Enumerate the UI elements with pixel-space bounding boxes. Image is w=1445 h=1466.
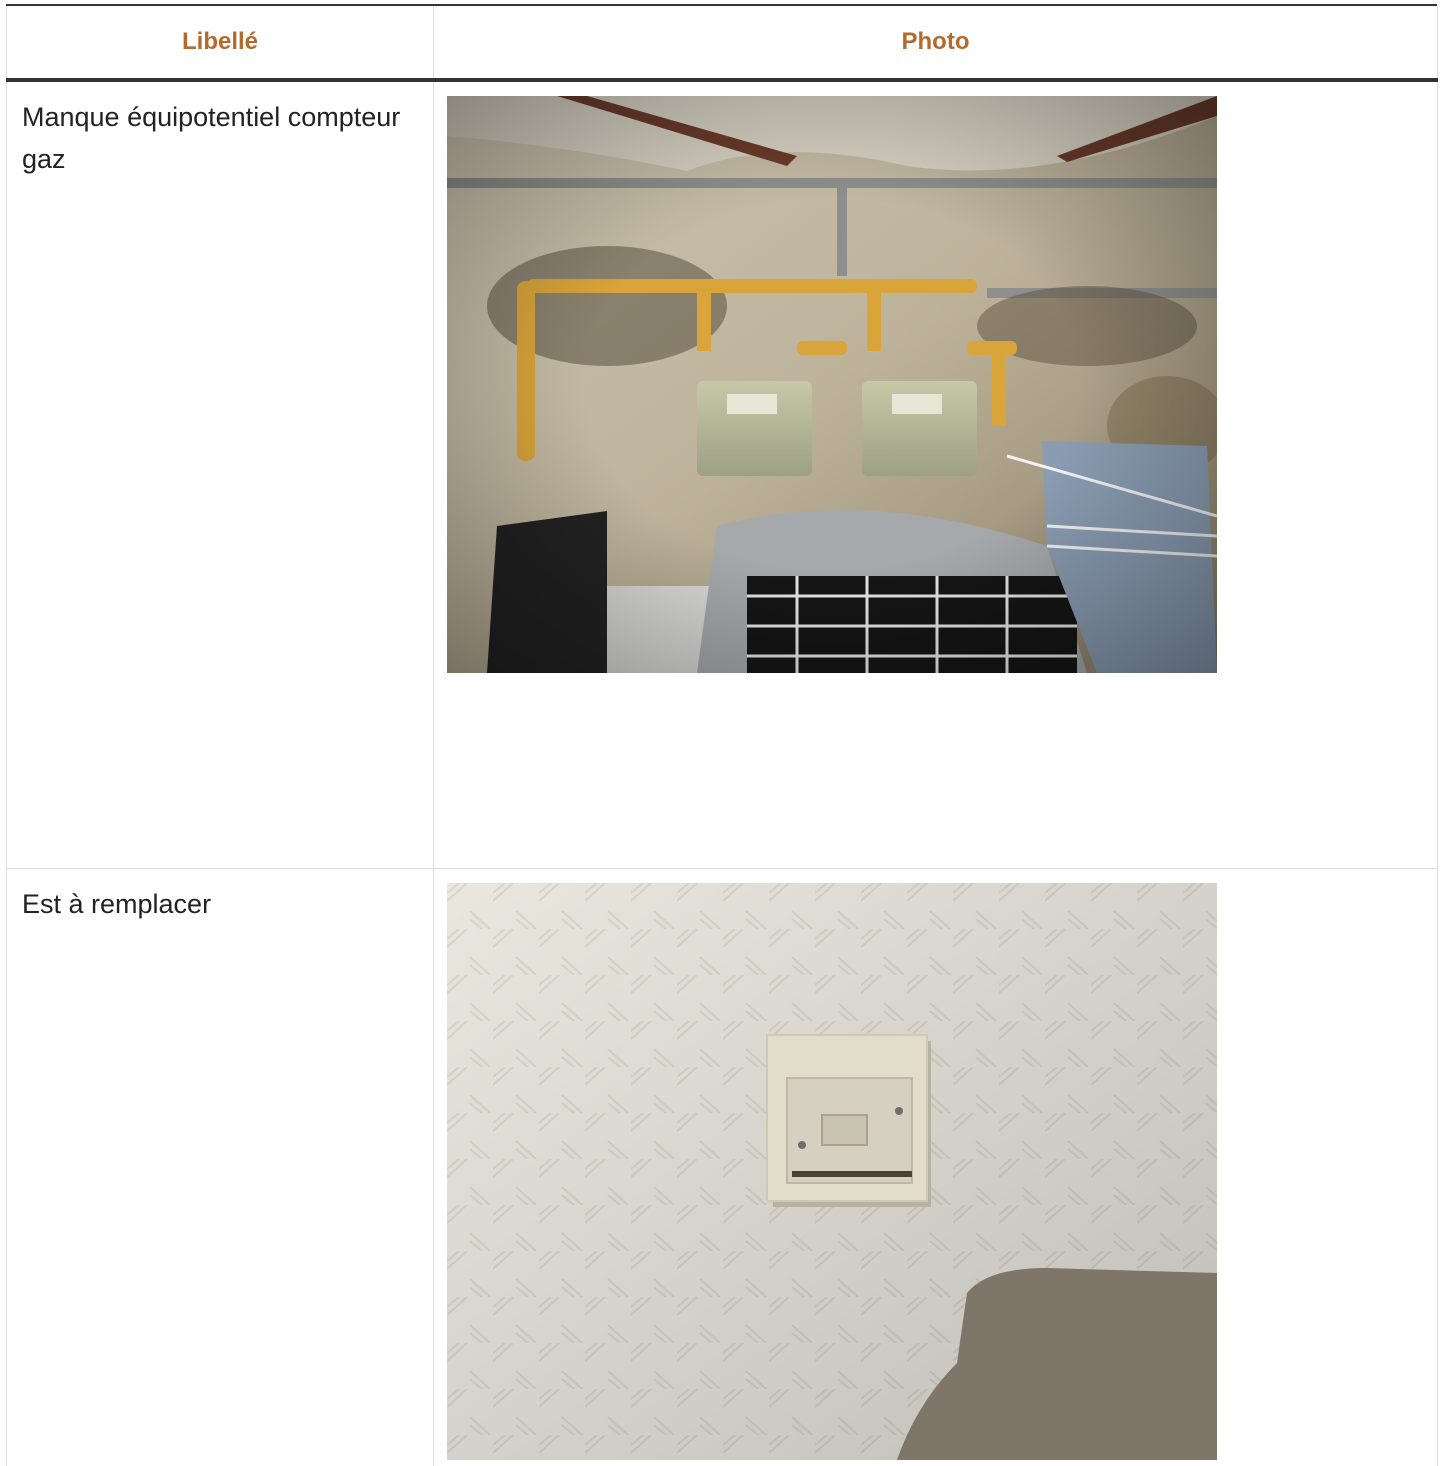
report-table: Libellé Photo Manque équipotentiel compt…: [6, 6, 1438, 1466]
header-libelle: Libellé: [6, 6, 434, 82]
table-row: Est à remplacer: [6, 868, 1438, 1466]
table-header-row: Libellé Photo: [6, 6, 1438, 82]
gas-meters-image: [447, 96, 1217, 673]
table-row: Manque équipotentiel compteur gaz: [6, 79, 1438, 869]
header-photo: Photo: [433, 6, 1438, 82]
row-label: Manque équipotentiel compteur gaz: [6, 79, 434, 869]
photo-cell: [433, 868, 1438, 1466]
gas-meters-photo[interactable]: [447, 96, 1217, 673]
row-label: Est à remplacer: [6, 868, 434, 1466]
wall-switch-photo[interactable]: [447, 883, 1217, 1460]
photo-cell: [433, 79, 1438, 869]
wall-switch-image: [447, 883, 1217, 1460]
